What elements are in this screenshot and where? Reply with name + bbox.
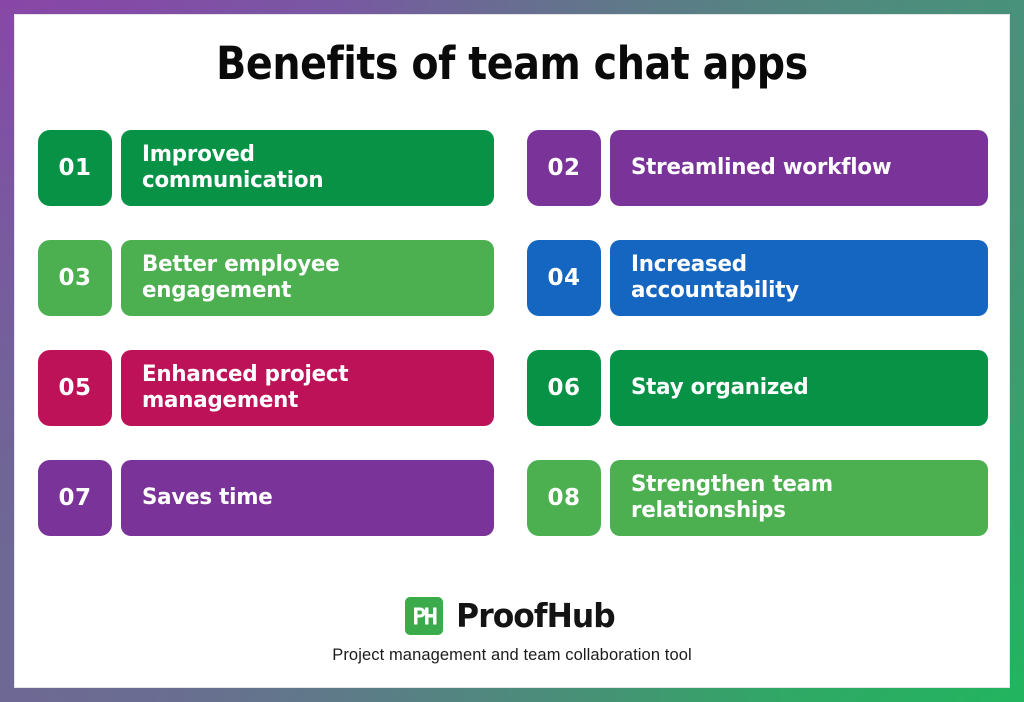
benefit-label: Strengthen team relationships [631, 472, 833, 523]
proofhub-logo-lockup[interactable]: ProofHub [15, 596, 1009, 635]
benefit-item: 06 Stay organized [527, 350, 988, 426]
benefit-label: Better employee engagement [142, 252, 340, 303]
footer-tagline: Project management and team collaboratio… [332, 646, 692, 664]
benefit-item: 01 Improved communication [38, 130, 494, 206]
proofhub-logo-icon [405, 596, 444, 635]
benefit-number-badge: 07 [38, 460, 112, 536]
benefit-label-card: Improved communication [121, 130, 494, 206]
benefit-number-badge: 08 [527, 460, 601, 536]
benefit-item: 03 Better employee engagement [38, 240, 494, 316]
benefit-number-badge: 02 [527, 130, 601, 206]
benefit-label-card: Saves time [121, 460, 494, 536]
benefit-label-card: Better employee engagement [121, 240, 494, 316]
benefit-label: Enhanced project management [142, 362, 349, 413]
benefit-item: 05 Enhanced project management [38, 350, 494, 426]
benefit-label-card: Increased accountability [610, 240, 988, 316]
infographic-canvas: Benefits of team chat apps 01 Improved co… [14, 14, 1010, 688]
benefit-label: Stay organized [631, 375, 809, 401]
page-title: Benefits of team chat apps [216, 37, 808, 90]
benefit-item: 02 Streamlined workflow [527, 130, 988, 206]
benefit-item: 04 Increased accountability [527, 240, 988, 316]
benefit-number-badge: 04 [527, 240, 601, 316]
benefit-label: Increased accountability [631, 252, 799, 303]
benefits-grid: 01 Improved communication 02 Streamlined wo… [38, 130, 988, 536]
proofhub-wordmark: ProofHub [456, 596, 616, 635]
benefit-item: 07 Saves time [38, 460, 494, 536]
benefit-number-badge: 05 [38, 350, 112, 426]
benefit-label: Improved communication [142, 142, 324, 193]
benefit-label: Saves time [142, 485, 273, 511]
benefit-label-card: Streamlined workflow [610, 130, 988, 206]
benefit-label: Streamlined workflow [631, 155, 892, 181]
benefit-number-badge: 01 [38, 130, 112, 206]
benefit-label-card: Stay organized [610, 350, 988, 426]
benefit-number-badge: 06 [527, 350, 601, 426]
benefit-label-card: Strengthen team relationships [610, 460, 988, 536]
footer: ProofHub Project management and team col… [15, 596, 1009, 665]
benefit-number-badge: 03 [38, 240, 112, 316]
infographic-frame: Benefits of team chat apps 01 Improved co… [0, 0, 1024, 702]
benefit-label-card: Enhanced project management [121, 350, 494, 426]
benefit-item: 08 Strengthen team relationships [527, 460, 988, 536]
